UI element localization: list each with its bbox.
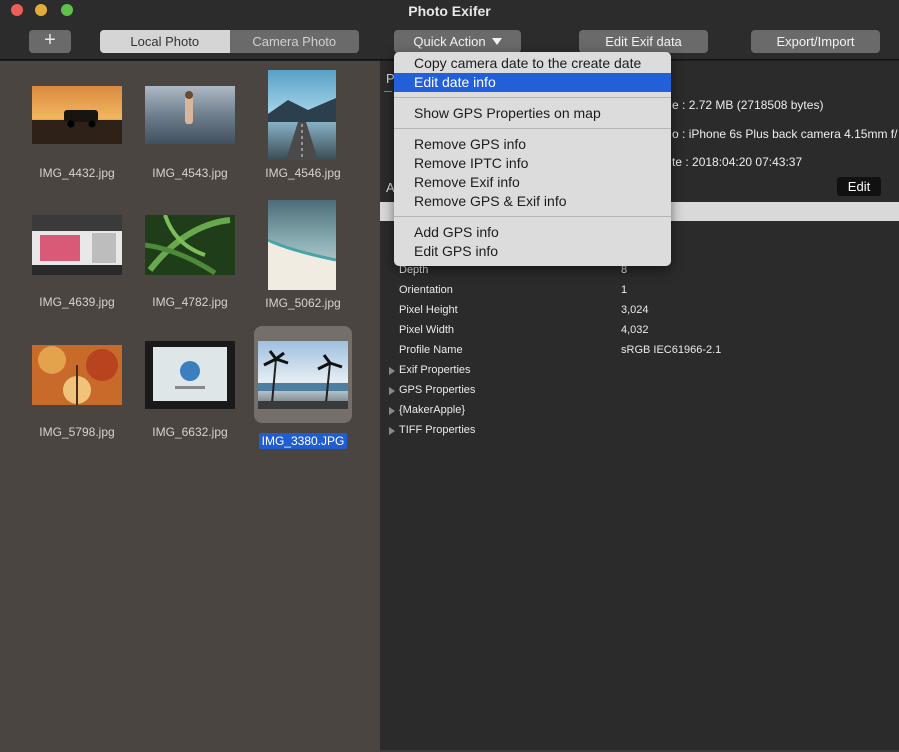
menu-item-edit-date-info[interactable]: Edit date info [394, 73, 671, 92]
group-makerapple[interactable]: {MakerApple} [399, 404, 465, 416]
title-bar: Photo Exifer + Local Photo Camera Photo … [0, 0, 899, 60]
photo-filename: IMG_6632.jpg [152, 425, 228, 439]
property-value: 4,032 [621, 324, 649, 336]
edit-button[interactable]: Edit [837, 177, 881, 196]
tab-camera-photo[interactable]: Camera Photo [229, 30, 359, 53]
menu-item-remove-gps-exif-info[interactable]: Remove GPS & Exif info [394, 192, 671, 211]
disclosure-triangle-icon[interactable] [389, 407, 395, 415]
photo-thumbnail [258, 341, 348, 409]
menu-separator [394, 97, 671, 98]
menu-item-edit-gps-info[interactable]: Edit GPS info [394, 242, 671, 261]
group-tiff-properties[interactable]: TIFF Properties [399, 424, 475, 436]
quick-action-label: Quick Action [413, 34, 486, 49]
property-value: 1 [621, 284, 628, 296]
file-size-value: 2.72 MB (2718508 bytes) [688, 98, 824, 112]
photo-filename: IMG_5798.jpg [39, 425, 115, 439]
photo-thumbnail [32, 86, 122, 144]
photo-thumbnail [32, 345, 122, 405]
property-key: Orientation [399, 284, 453, 296]
property-key: Profile Name [399, 344, 463, 356]
photo-thumbnail [145, 341, 235, 409]
property-value: sRGB IEC61966-2.1 [621, 344, 722, 356]
photo-filename: IMG_5062.jpg [265, 296, 341, 310]
photo-thumbnail [145, 215, 235, 275]
photo-browser: IMG_4432.jpg IMG_4543.jpg IMG_4546.jpg I… [0, 61, 380, 752]
photo-filename: IMG_4543.jpg [152, 166, 228, 180]
menu-separator [394, 216, 671, 217]
menu-item-remove-iptc-info[interactable]: Remove IPTC info [394, 154, 671, 173]
quick-action-button[interactable]: Quick Action [394, 30, 521, 53]
photo-filename: IMG_4782.jpg [152, 295, 228, 309]
camera-model-value: iPhone 6s Plus back camera 4.15mm f/ [688, 127, 898, 141]
photo-filename: IMG_4546.jpg [265, 166, 341, 180]
group-exif-properties[interactable]: Exif Properties [399, 364, 471, 376]
selected-filename: IMG_3380.JPG [258, 433, 348, 449]
menu-item-copy-camera-date[interactable]: Copy camera date to the create date [394, 54, 671, 73]
add-photo-button[interactable]: + [29, 30, 71, 53]
photo-thumbnail [145, 86, 235, 144]
menu-separator [394, 128, 671, 129]
menu-item-remove-gps-info[interactable]: Remove GPS info [394, 135, 671, 154]
quick-action-menu: Copy camera date to the create date Edit… [394, 52, 671, 266]
menu-item-show-gps-on-map[interactable]: Show GPS Properties on map [394, 104, 671, 123]
photo-source-segmented-control: Local Photo Camera Photo [100, 30, 359, 53]
export-import-button[interactable]: Export/Import [751, 30, 880, 53]
date-row: te : 2018:04:20 07:43:37 [672, 155, 802, 169]
photo-filename: IMG_3380.JPG [248, 433, 358, 449]
menu-item-remove-exif-info[interactable]: Remove Exif info [394, 173, 671, 192]
photo-filename: IMG_4432.jpg [39, 166, 115, 180]
group-gps-properties[interactable]: GPS Properties [399, 384, 475, 396]
photo-thumbnail [32, 215, 122, 275]
caret-down-icon [491, 38, 502, 46]
file-size-label: e : [672, 98, 686, 112]
camera-model-label: o : [672, 127, 686, 141]
tab-local-photo[interactable]: Local Photo [100, 30, 230, 53]
disclosure-triangle-icon[interactable] [389, 387, 395, 395]
disclosure-triangle-icon[interactable] [389, 427, 395, 435]
property-key: Pixel Width [399, 324, 455, 336]
date-value: 2018:04:20 07:43:37 [692, 155, 803, 169]
photo-thumbnail [268, 70, 336, 160]
edit-exif-data-button[interactable]: Edit Exif data [579, 30, 708, 53]
photo-filename: IMG_4639.jpg [39, 295, 115, 309]
menu-item-add-gps-info[interactable]: Add GPS info [394, 223, 671, 242]
disclosure-triangle-icon[interactable] [389, 367, 395, 375]
window-title: Photo Exifer [408, 3, 491, 19]
property-key: Pixel Height [399, 304, 458, 316]
file-size-row: e : 2.72 MB (2718508 bytes) [672, 98, 823, 112]
property-value: 3,024 [621, 304, 649, 316]
divider [384, 91, 392, 92]
photo-thumbnail [268, 200, 336, 290]
camera-model-row: o : iPhone 6s Plus back camera 4.15mm f/ [672, 127, 897, 141]
date-label: te : [672, 155, 689, 169]
